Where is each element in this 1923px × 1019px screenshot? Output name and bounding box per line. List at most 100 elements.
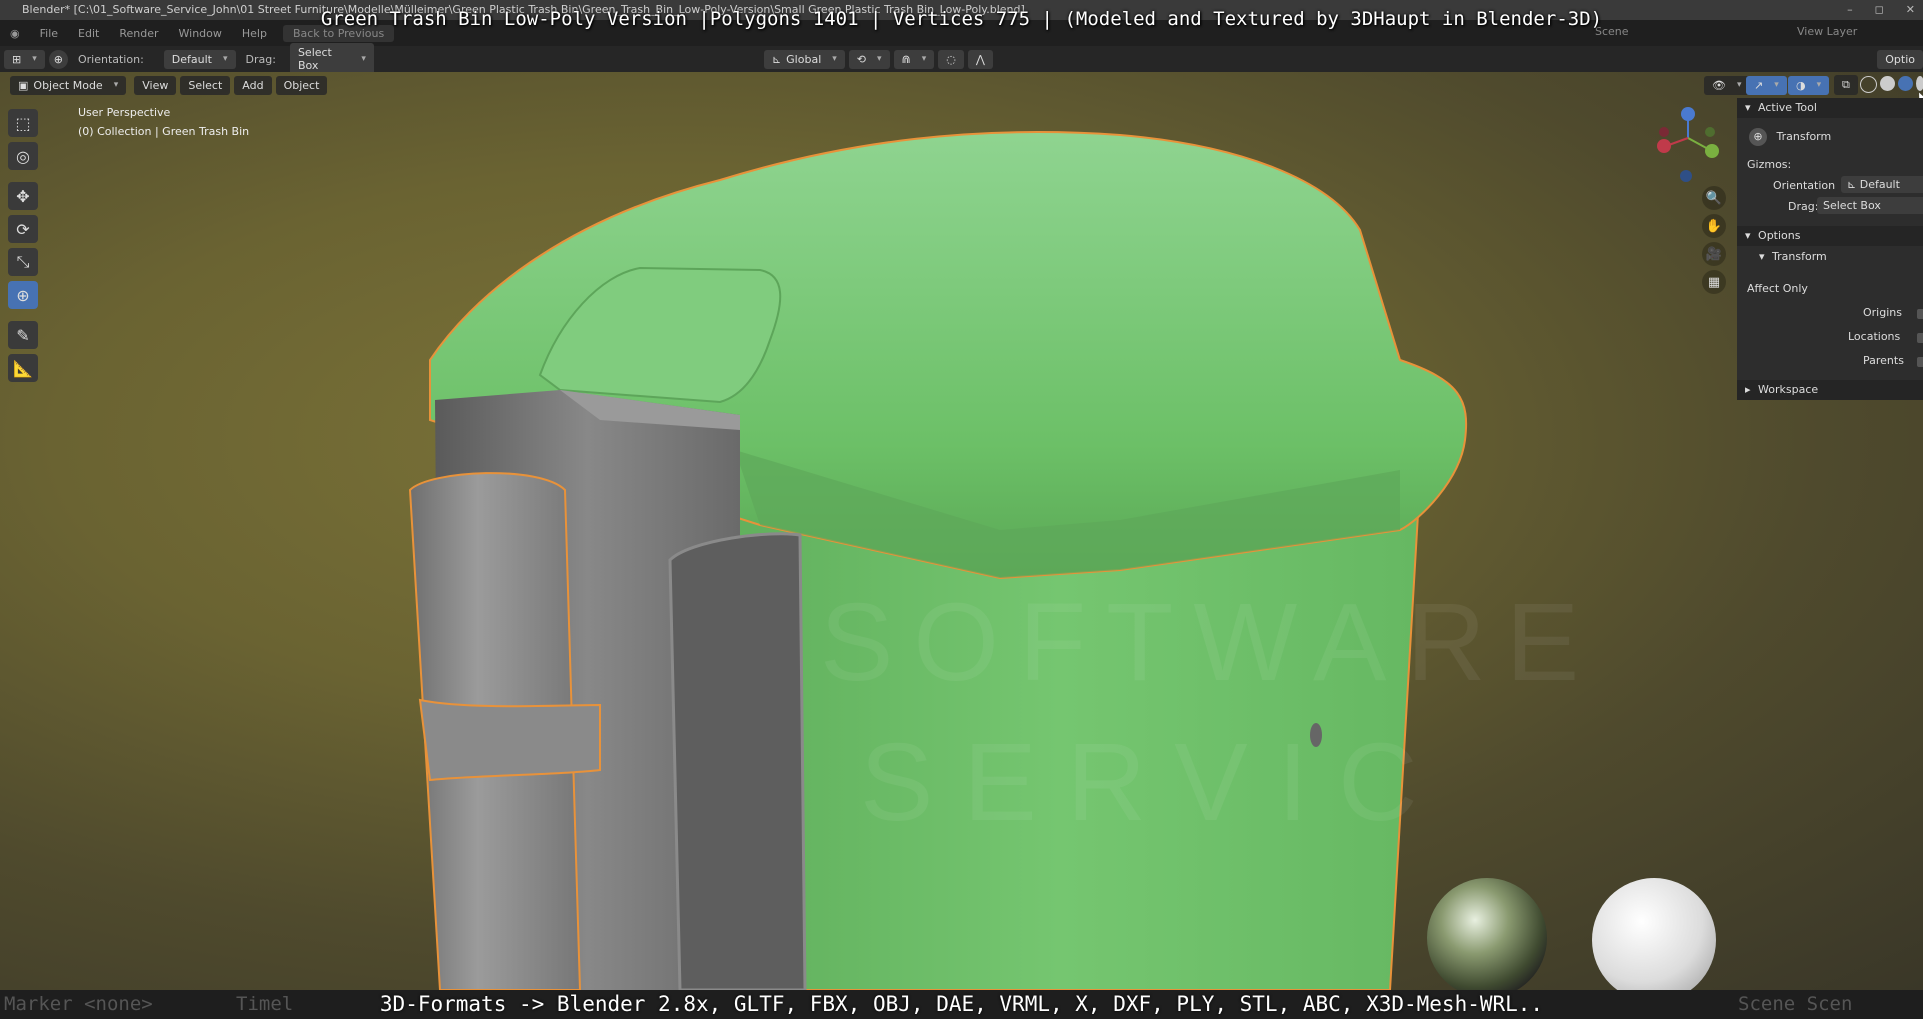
falloff-dropdown[interactable]: ⋀ — [967, 49, 993, 69]
svg-text:SOFTWARE: SOFTWARE — [820, 581, 1599, 704]
tool-settings-header: ⊞ ⊕ Orientation: Default Drag: Select Bo… — [0, 43, 1923, 75]
affect-only-label: Affect Only — [1747, 282, 1808, 295]
locations-label: Locations — [1848, 330, 1901, 343]
options-section[interactable]: ▾ Options — [1737, 226, 1923, 246]
active-tool-header: Active Tool — [1758, 101, 1817, 114]
rotate-icon[interactable]: ⟳ — [8, 215, 38, 243]
proportional-icon: ◌ — [946, 52, 956, 66]
blender-logo-icon[interactable]: ◉ — [0, 27, 30, 40]
snap-magnet-icon: ⋒ — [901, 52, 911, 66]
workspace-section[interactable]: ▸ Workspace — [1737, 380, 1923, 400]
bottom-caption: 3D-Formats -> Blender 2.8x, GLTF, FBX, O… — [379, 992, 1544, 1016]
xray-icon: ⧉ — [1842, 78, 1850, 91]
hdri-diffuse-sphere — [1592, 878, 1716, 990]
rendered-shading-icon[interactable] — [1916, 76, 1923, 91]
navigation-gizmo — [1657, 107, 1719, 182]
gizmos-toggle[interactable]: ↗ — [1746, 75, 1787, 95]
move-icon[interactable]: ✥ — [8, 182, 38, 210]
overlay-circles-icon: ◑ — [1796, 78, 1806, 92]
pan-hand-icon[interactable]: ✋ — [1702, 214, 1726, 238]
cursor-icon[interactable]: ◎ — [8, 142, 38, 170]
active-tool-section[interactable]: ▾ Active Tool — [1737, 98, 1923, 118]
drag-label: Drag: — [245, 52, 276, 66]
camera-view-icon[interactable]: 🎥 — [1702, 242, 1726, 266]
tool-shelf: ⬚ ◎ ✥ ⟳ ⤡ ⊕ ✎ 📐 — [8, 104, 48, 387]
orientation-value: Default — [171, 52, 212, 66]
sidebar-tool-panel: ▾ Active Tool ⊕ Transform Gizmos: Orient… — [1737, 98, 1923, 400]
global-axes-icon: ⊾ — [771, 52, 782, 66]
scale-icon[interactable]: ⤡ — [8, 248, 38, 276]
orientation-label-panel: Orientation — [1773, 179, 1836, 192]
transform-icon[interactable]: ⊕ — [8, 281, 38, 309]
menu-add[interactable]: Add — [234, 75, 272, 95]
viewport-perspective-label: User Perspective — [78, 106, 171, 119]
menu-object[interactable]: Object — [275, 75, 328, 95]
viewport-visibility-dropdown[interactable]: 👁 — [1704, 75, 1750, 95]
solid-shading-icon[interactable] — [1880, 76, 1895, 91]
xray-toggle[interactable]: ⧉ — [1834, 75, 1858, 95]
snap-toggle[interactable]: ⋒ — [893, 49, 935, 69]
drag-dropdown[interactable]: Select Box — [289, 43, 374, 75]
collapse-arrow-icon: ▾ — [1745, 229, 1751, 242]
scene-selector[interactable]: Scene — [1595, 25, 1629, 38]
menu-window[interactable]: Window — [169, 27, 232, 40]
expand-arrow-icon: ▸ — [1745, 383, 1751, 396]
3d-viewport[interactable]: SOFTWARE SERVIC User Perspective (0) Col… — [0, 72, 1923, 990]
window-controls: – ◻ ✕ — [1847, 0, 1915, 20]
close-button[interactable]: ✕ — [1906, 0, 1915, 20]
gizmos-label: Gizmos: — [1747, 158, 1792, 171]
viewport-collection-label: (0) Collection | Green Trash Bin — [78, 125, 250, 138]
menu-file[interactable]: File — [30, 27, 68, 40]
locations-checkbox[interactable] — [1917, 333, 1923, 343]
window-title-bar: Blender* [C:\01_Software_Service_John\01… — [0, 0, 1923, 20]
trash-bin-render: SOFTWARE SERVIC — [408, 107, 1719, 990]
orientation-field[interactable]: ⊾ Default — [1841, 176, 1923, 193]
viewport-header: ▣Object Mode View Select Add Object 👁 ↗ … — [0, 72, 1923, 98]
pole-clamp — [418, 698, 601, 782]
menu-edit[interactable]: Edit — [68, 27, 109, 40]
view-layer-selector[interactable]: View Layer — [1797, 25, 1857, 38]
parents-label: Parents — [1863, 354, 1904, 367]
menu-select[interactable]: Select — [180, 75, 231, 95]
menu-help[interactable]: Help — [232, 27, 277, 40]
menu-render[interactable]: Render — [109, 27, 168, 40]
drag-field[interactable]: Select Box — [1817, 197, 1923, 214]
options-dropdown[interactable]: Optio — [1877, 49, 1923, 69]
zoom-icon[interactable]: 🔍 — [1702, 186, 1726, 210]
transform-orientation-dropdown[interactable]: ⊾ Global — [763, 49, 845, 69]
orientation-label: Orientation: — [77, 52, 144, 66]
options-header: Options — [1758, 229, 1801, 242]
material-shading-icon[interactable] — [1898, 76, 1913, 91]
wireframe-shading-icon[interactable] — [1860, 76, 1877, 93]
tool-name: Transform — [1776, 130, 1832, 143]
gizmo-arrow-icon: ↗ — [1754, 78, 1764, 92]
minimize-button[interactable]: – — [1847, 0, 1853, 20]
overlays-toggle[interactable]: ◑ — [1788, 75, 1830, 95]
annotate-icon[interactable]: ✎ — [8, 321, 38, 349]
measure-icon[interactable]: 📐 — [8, 354, 38, 382]
maximize-button[interactable]: ◻ — [1875, 0, 1884, 20]
select-box-icon[interactable]: ⬚ — [8, 109, 38, 137]
transform-tool-icon: ⊕ — [1749, 128, 1767, 146]
drag-label-panel: Drag: — [1788, 200, 1819, 213]
back-to-previous-button[interactable]: Back to Previous — [282, 24, 395, 42]
pivot-point-dropdown[interactable]: ⟲ — [848, 49, 890, 69]
transform-space-value: Global — [786, 52, 822, 66]
transform-tool-icon[interactable]: ⊕ — [48, 49, 68, 69]
orientation-dropdown[interactable]: Default — [163, 49, 236, 69]
object-mode-value: Object Mode — [33, 78, 103, 92]
menu-view[interactable]: View — [134, 75, 177, 95]
transform-subsection[interactable]: ▾ Transform — [1759, 250, 1827, 263]
top-menu-bar: ◉ File Edit Render Window Help Back to P… — [0, 20, 1923, 46]
editor-type-button[interactable]: ⊞ — [4, 49, 45, 69]
collapse-arrow-icon: ▾ — [1745, 101, 1751, 114]
origins-checkbox[interactable] — [1917, 309, 1923, 319]
hdri-chrome-sphere — [1427, 878, 1547, 990]
object-mode-dropdown[interactable]: ▣ Object Mode — [10, 75, 127, 95]
workspace-header: Workspace — [1758, 383, 1819, 396]
parents-checkbox[interactable] — [1917, 357, 1923, 367]
ortho-grid-icon[interactable]: ▦ — [1702, 270, 1726, 294]
editor-type-icon: ⊞ — [12, 52, 22, 66]
proportional-edit-toggle[interactable]: ◌ — [938, 49, 964, 69]
active-tool-transform[interactable]: ⊕ Transform — [1749, 128, 1831, 146]
